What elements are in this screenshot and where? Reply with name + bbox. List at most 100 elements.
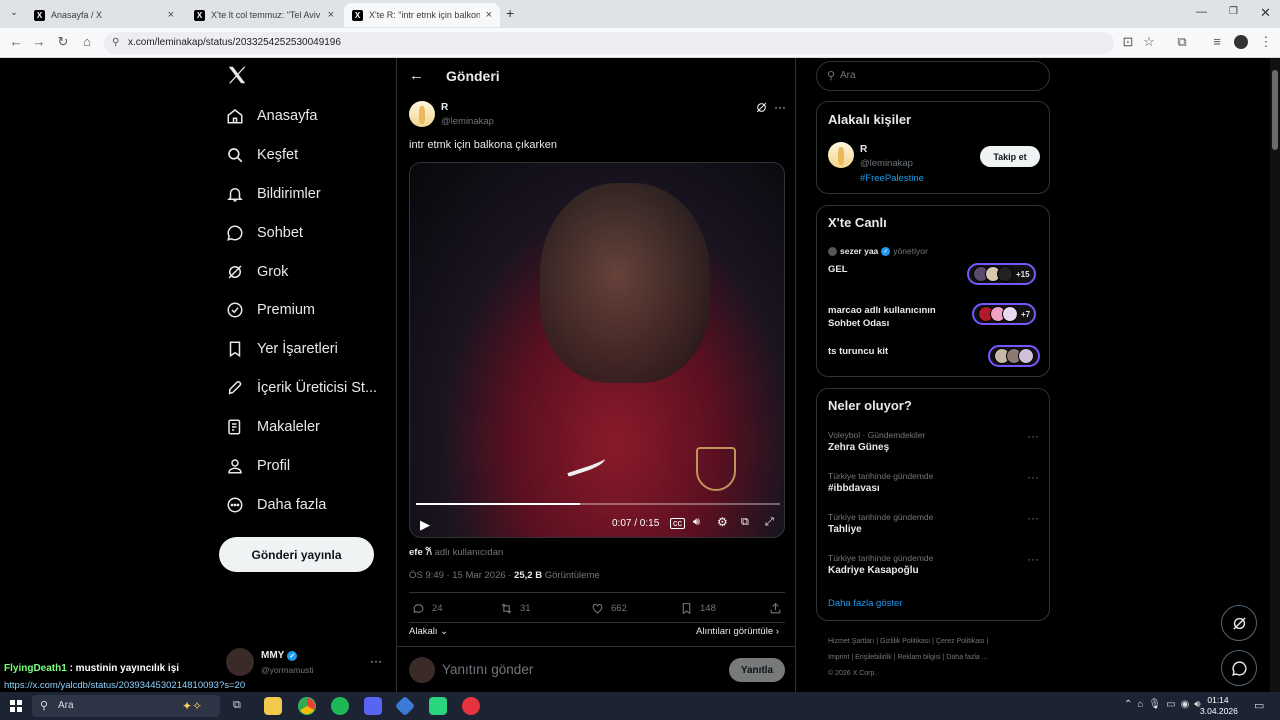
tray-icons[interactable]: ⌃⌂🎙︎▭◉🔊︎: [1124, 699, 1206, 710]
sidebar-item-bookmarks[interactable]: Yer İşaretleri: [226, 331, 338, 367]
sidebar-item-home[interactable]: Anasayfa: [226, 98, 317, 134]
url-field[interactable]: ⚲ x.com/leminakap/status/203325425253004…: [104, 32, 1114, 54]
tab-list-button[interactable]: ⌄: [6, 7, 22, 21]
back-icon[interactable]: ←: [8, 34, 24, 50]
live-host[interactable]: sezer yaa ✓ yönetiyor: [828, 246, 928, 256]
like-stat[interactable]: 662: [591, 602, 627, 615]
scrollbar-thumb[interactable]: [1272, 70, 1278, 150]
show-more-link[interactable]: Daha fazla göster: [828, 598, 902, 609]
related-avatar[interactable]: [828, 142, 854, 168]
trend-item[interactable]: Voleybol · Gündemdekiler Zehra Güneş ···: [817, 427, 1049, 465]
bookmark-star-icon[interactable]: ☆: [1141, 34, 1157, 50]
start-icon[interactable]: [10, 700, 22, 712]
sidebar-item-premium[interactable]: Premium: [226, 292, 315, 328]
grok-fab[interactable]: [1221, 605, 1257, 641]
share-stat[interactable]: [769, 602, 789, 615]
sidebar-item-profile[interactable]: Profil: [226, 448, 290, 484]
related-name[interactable]: R: [860, 144, 867, 155]
site-info-icon[interactable]: ⚲: [112, 32, 119, 54]
messages-fab[interactable]: [1221, 650, 1257, 686]
install-app-icon[interactable]: ⊡: [1120, 34, 1136, 50]
sidebar-item-chat[interactable]: Sohbet: [226, 215, 303, 251]
trend-more-icon[interactable]: ···: [1027, 511, 1039, 525]
fullscreen-icon[interactable]: ⤢: [765, 516, 774, 529]
sidebar-item-creator-studio[interactable]: İçerik Üreticisi St...: [226, 370, 377, 406]
profile-avatar[interactable]: [1234, 35, 1248, 49]
follow-button[interactable]: Takip et: [980, 146, 1040, 167]
task-view-icon[interactable]: ⧉: [233, 699, 241, 712]
sidebar-item-grok[interactable]: Grok: [226, 254, 288, 290]
reload-icon[interactable]: ↻: [55, 34, 71, 50]
browser-tab[interactable]: X Anasayfa / X ×: [26, 3, 182, 27]
new-tab-icon[interactable]: +: [506, 5, 514, 21]
sidebar-item-articles[interactable]: Makaleler: [226, 409, 320, 445]
reply-button[interactable]: Yanıtla: [729, 658, 785, 682]
author-name[interactable]: R: [441, 102, 448, 113]
restore-icon[interactable]: ❐: [1229, 6, 1238, 17]
close-tab-icon[interactable]: ×: [328, 9, 334, 21]
minimize-icon[interactable]: —: [1196, 6, 1207, 18]
play-icon[interactable]: ▶: [420, 517, 430, 533]
video-player[interactable]: ▶ 0:07 / 0:15 cc 🔊︎ ⚙ ⧉ ⤢: [409, 162, 785, 538]
space-title[interactable]: marcao adlı kullanıcının Sohbet Odası: [828, 304, 953, 330]
spotify-icon[interactable]: [331, 697, 349, 715]
space-title[interactable]: GEL: [828, 264, 848, 275]
space-listeners[interactable]: +15: [967, 263, 1036, 285]
account-switcher[interactable]: MMY ✓ @yormamusti ···: [226, 648, 386, 682]
repost-stat[interactable]: 31: [500, 602, 531, 615]
reply-stat[interactable]: 24: [412, 602, 443, 615]
search-input[interactable]: ⚲ Ara: [816, 61, 1050, 91]
related-handle[interactable]: @leminakap: [860, 158, 913, 169]
account-more-icon[interactable]: ···: [370, 654, 382, 668]
attribution[interactable]: efe 𐙚 adlı kullanıcıdan: [409, 545, 503, 558]
chrome-icon[interactable]: [298, 697, 316, 715]
post-timestamp[interactable]: ÖS 9:49 · 15 Mar 2026 ·: [409, 570, 514, 581]
quotes-link[interactable]: Alıntıları görüntüle ›: [696, 626, 779, 637]
trend-more-icon[interactable]: ···: [1027, 429, 1039, 443]
footer-link[interactable]: Erişilebilirlik: [855, 654, 892, 661]
notifications-icon[interactable]: ▭: [1254, 699, 1264, 712]
sidebar-item-explore[interactable]: Keşfet: [226, 137, 298, 173]
extensions-icon[interactable]: ⧉: [1174, 34, 1190, 50]
media-app-icon[interactable]: [462, 697, 480, 715]
footer-link[interactable]: Imprint: [828, 654, 849, 661]
space-title[interactable]: ts turuncu kit: [828, 346, 888, 357]
space-listeners[interactable]: [988, 345, 1040, 367]
browser-menu-icon[interactable]: ⋮: [1258, 34, 1274, 50]
space-listeners[interactable]: +7: [972, 303, 1037, 325]
whatsapp-icon[interactable]: [429, 697, 447, 715]
author-handle[interactable]: @leminakap: [441, 116, 494, 127]
trend-more-icon[interactable]: ···: [1027, 470, 1039, 484]
taskbar-search[interactable]: ⚲ Ara ✦✧: [32, 695, 220, 717]
footer-link[interactable]: Çerez Politikası: [936, 638, 985, 645]
captions-icon[interactable]: cc: [670, 518, 685, 529]
reading-list-icon[interactable]: ≡: [1209, 34, 1225, 50]
sort-dropdown[interactable]: Alakalı ⌄: [409, 626, 448, 637]
trend-item[interactable]: Türkiye tarihinde gündemde Tahliye ···: [817, 509, 1049, 547]
pip-icon[interactable]: ⧉: [741, 516, 749, 529]
trend-item[interactable]: Türkiye tarihinde gündemde Kadriye Kasap…: [817, 550, 1049, 588]
video-progress-track[interactable]: [416, 503, 780, 505]
x-logo-icon[interactable]: [226, 64, 250, 88]
back-arrow-icon[interactable]: ←: [409, 67, 424, 84]
grok-explain-icon[interactable]: [755, 101, 769, 115]
browser-tab[interactable]: X X'te lt col temmuz: "Tel Aviv Hi ×: [186, 3, 342, 27]
footer-link[interactable]: Gizlilik Politikası: [880, 638, 930, 645]
home-browser-icon[interactable]: ⌂: [79, 34, 95, 50]
volume-icon[interactable]: 🔊︎: [693, 516, 700, 529]
footer-link[interactable]: Reklam bilgisi: [897, 654, 940, 661]
bookmark-stat[interactable]: 148: [680, 602, 716, 615]
discord-icon[interactable]: [364, 697, 382, 715]
trend-item[interactable]: Türkiye tarihinde gündemde #ibbdavası ··…: [817, 468, 1049, 506]
author-avatar[interactable]: [409, 101, 435, 127]
sidebar-item-more[interactable]: Daha fazla: [226, 487, 326, 523]
trend-more-icon[interactable]: ···: [1027, 552, 1039, 566]
close-tab-icon[interactable]: ×: [168, 9, 174, 21]
scrollbar-track[interactable]: [1270, 58, 1280, 692]
close-tab-icon[interactable]: ×: [486, 9, 492, 21]
clock[interactable]: 01:14 3.04.2026: [1200, 695, 1238, 717]
forward-icon[interactable]: →: [31, 34, 47, 50]
file-explorer-icon[interactable]: [264, 697, 282, 715]
post-button[interactable]: Gönderi yayınla: [219, 537, 374, 572]
reply-input[interactable]: Yanıtını gönder: [442, 662, 533, 677]
